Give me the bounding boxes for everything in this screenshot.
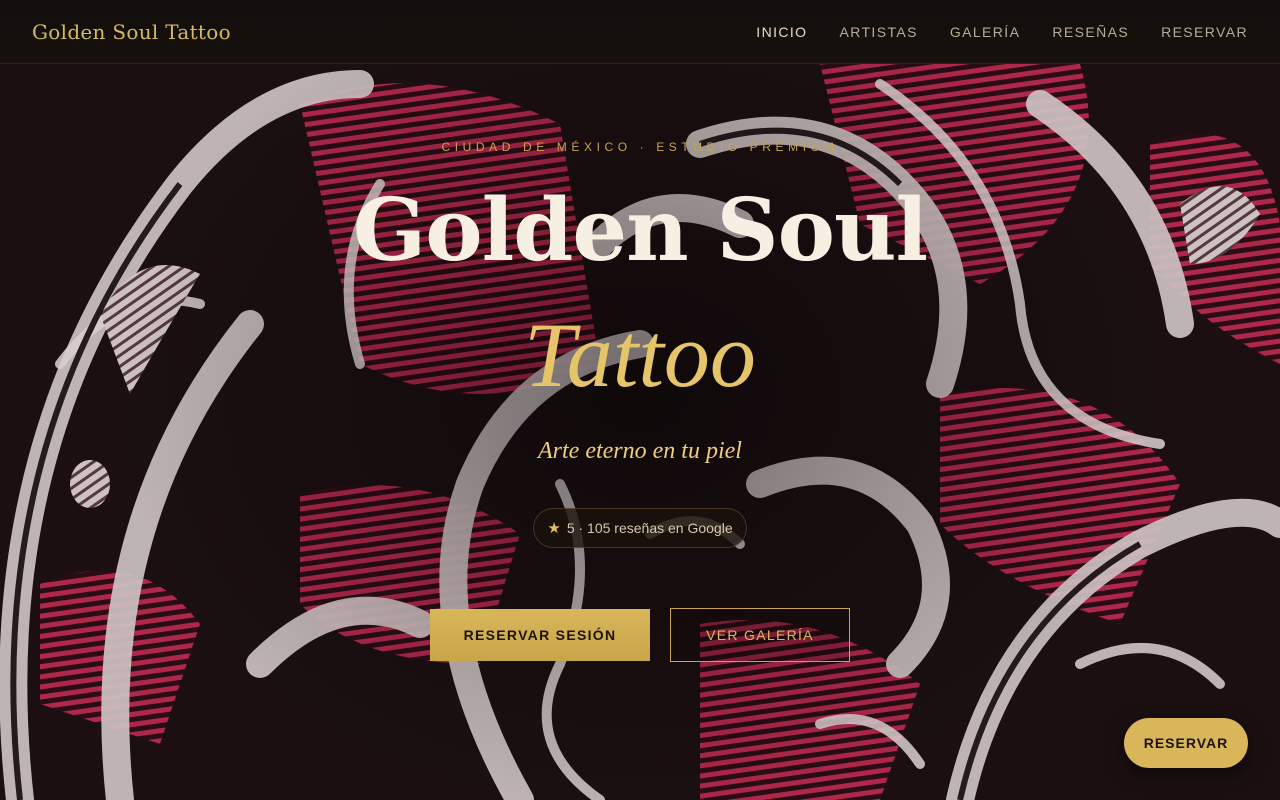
google-rating-badge: ★ 5 · 105 reseñas en Google — [533, 508, 747, 548]
nav-link-reservar[interactable]: RESERVAR — [1161, 24, 1248, 40]
nav-link-artistas[interactable]: ARTISTAS — [839, 24, 917, 40]
nav-link-galeria[interactable]: GALERÍA — [950, 24, 1021, 40]
nav-link-inicio[interactable]: INICIO — [756, 24, 807, 40]
hero-content: CIUDAD DE MÉXICO · ESTUDIO PREMIUM Golde… — [0, 64, 1280, 800]
rating-text: 5 · 105 reseñas en Google — [566, 520, 733, 536]
top-navbar: Golden Soul Tattoo INICIO ARTISTAS GALER… — [0, 0, 1280, 64]
brand-logo[interactable]: Golden Soul Tattoo — [32, 20, 231, 44]
hero-section: CIUDAD DE MÉXICO · ESTUDIO PREMIUM Golde… — [0, 64, 1280, 800]
nav-link-resenas[interactable]: RESEÑAS — [1052, 24, 1129, 40]
hero-title-main: Golden Soul — [352, 180, 928, 281]
floating-reserve-button[interactable]: RESERVAR — [1124, 718, 1248, 768]
hero-eyebrow: CIUDAD DE MÉXICO · ESTUDIO PREMIUM — [441, 140, 839, 154]
book-session-button[interactable]: RESERVAR SESIÓN — [430, 609, 650, 661]
hero-tagline: Arte eterno en tu piel — [538, 438, 742, 464]
hero-title-accent: Tattoo — [524, 304, 756, 406]
view-gallery-button[interactable]: VER GALERÍA — [670, 608, 850, 662]
star-icon: ★ — [547, 520, 561, 537]
main-nav: INICIO ARTISTAS GALERÍA RESEÑAS RESERVAR — [756, 24, 1248, 40]
hero-cta-group: RESERVAR SESIÓN VER GALERÍA — [430, 608, 850, 662]
